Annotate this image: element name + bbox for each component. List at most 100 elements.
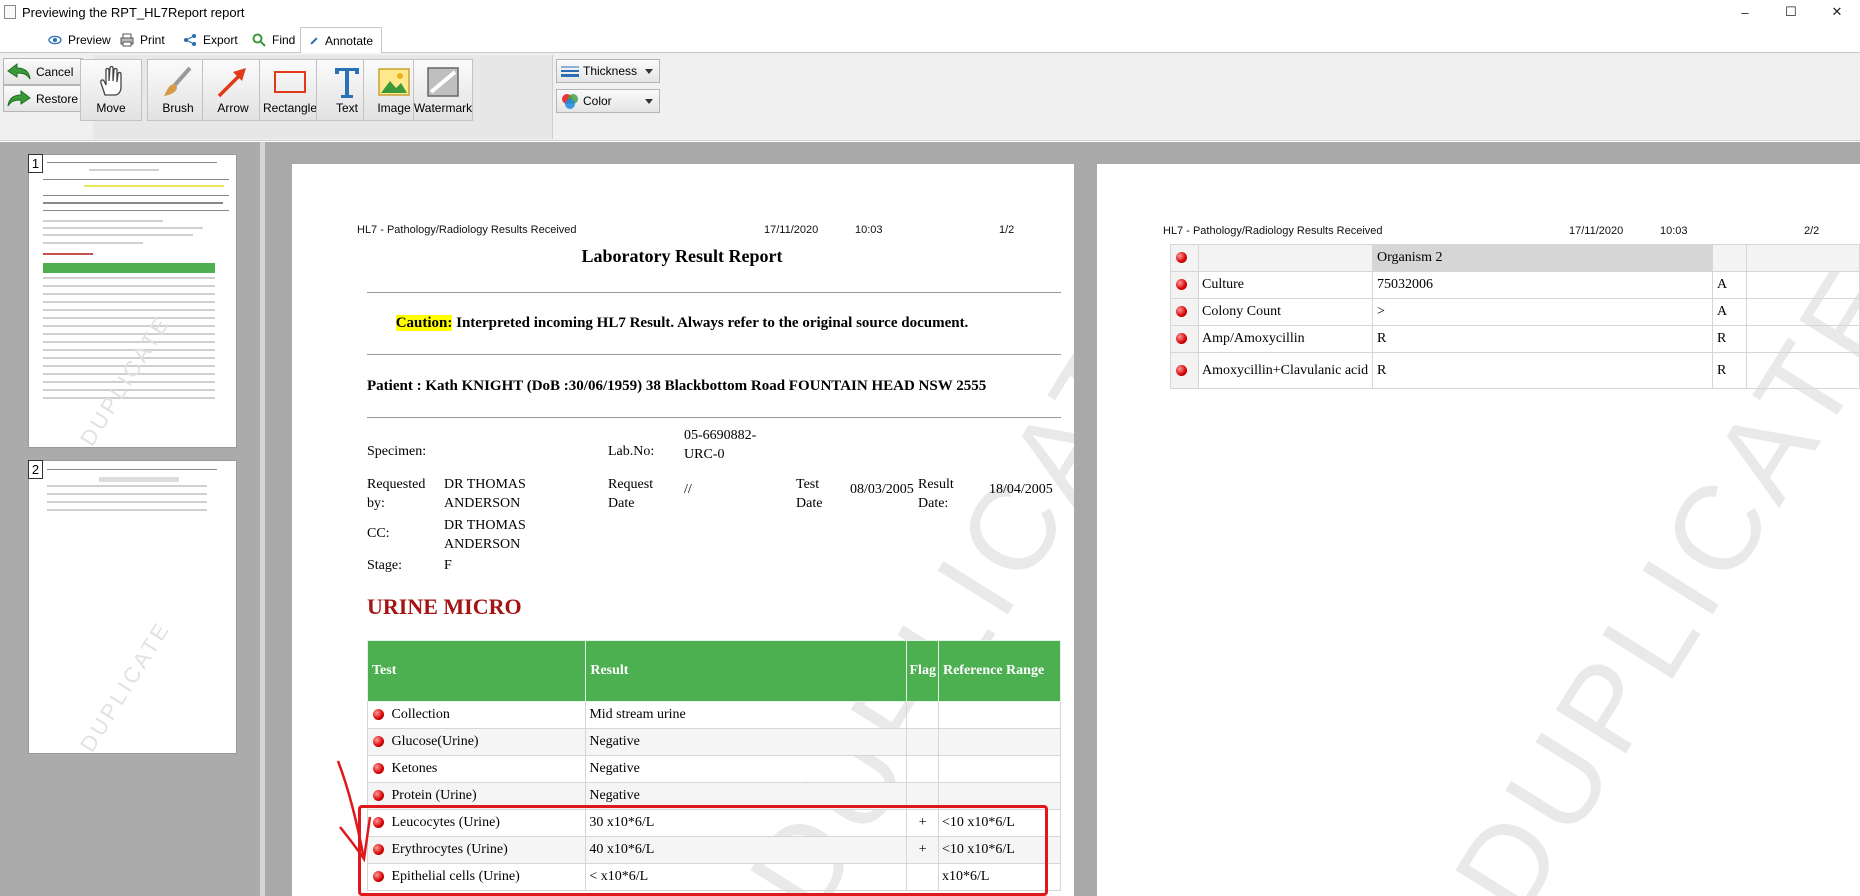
result-marker-icon <box>373 736 384 748</box>
request-date-value: // <box>684 482 692 497</box>
tab-label: Find <box>272 33 296 47</box>
tool-label: Move <box>96 101 126 115</box>
thumbnail-panel[interactable]: 1 DUPLICATE 2 DUPLICATE <box>0 142 265 896</box>
organism-row: Amp/Amoxycillin R R <box>1170 325 1860 353</box>
report-header-source: HL7 - Pathology/Radiology Results Receiv… <box>357 224 577 236</box>
test-name: Protein (Urine) <box>391 788 477 803</box>
brush-tool-button[interactable]: Brush <box>147 59 209 121</box>
organism-flag: A <box>1712 298 1747 326</box>
watermark-icon <box>427 67 459 97</box>
tool-label: Text <box>335 101 358 115</box>
thumbnail-page-1[interactable]: DUPLICATE <box>28 154 237 448</box>
annotate-ribbon: Cancel Restore Move Brush Arrow Rectangl… <box>0 53 1860 141</box>
cell-flag <box>906 755 939 783</box>
test-name: Ketones <box>391 761 438 776</box>
tab-label: Print <box>140 33 165 47</box>
watermark-tool-button[interactable]: Watermark <box>413 59 473 121</box>
tool-label: Watermark <box>413 101 473 115</box>
magnifier-icon <box>252 33 266 47</box>
cell-flag <box>906 728 939 756</box>
results-header-row: Test Result Flag Reference Range <box>366 640 1062 702</box>
organism-header-row: Organism 2 <box>1170 244 1860 272</box>
section-title: URINE MICRO <box>367 594 522 619</box>
col-flag-header: Flag <box>906 640 939 702</box>
cell-range <box>937 728 1062 756</box>
arrow-tool-button[interactable]: Arrow <box>202 59 264 121</box>
tool-group: Move Brush Arrow Rectangle Text Image Wa… <box>80 55 553 139</box>
tool-label: Brush <box>162 101 194 115</box>
caution-label: Caution: <box>395 315 453 331</box>
organism-value: R <box>1372 325 1713 353</box>
minimize-button[interactable]: – <box>1722 0 1768 24</box>
report-header-time: 10:03 <box>1660 225 1688 237</box>
thickness-dropdown[interactable]: Thickness <box>556 59 660 83</box>
tab-print[interactable]: Print <box>112 27 173 53</box>
restore-label: Restore <box>36 91 79 106</box>
tab-preview[interactable]: Preview <box>40 27 119 53</box>
test-name: Glucose(Urine) <box>391 734 479 749</box>
thickness-label: Thickness <box>583 64 638 78</box>
organism-value: > <box>1372 298 1713 326</box>
close-button[interactable]: ✕ <box>1814 0 1860 24</box>
table-row: Glucose(Urine) Negative <box>366 728 1062 756</box>
organism-flag: R <box>1712 325 1747 353</box>
report-page-2: DUPLICATE HL7 - Pathology/Radiology Resu… <box>1097 164 1860 896</box>
stage-value: F <box>444 558 452 573</box>
undo-arrow-icon <box>7 62 31 79</box>
tab-label: Annotate <box>324 33 373 48</box>
organism-row: Culture 75032006 A <box>1170 271 1860 299</box>
report-header-source: HL7 - Pathology/Radiology Results Receiv… <box>1163 225 1383 237</box>
col-range-header: Reference Range <box>937 640 1062 702</box>
caution-notice: Caution: Interpreted incoming HL7 Result… <box>292 315 1072 332</box>
organism-test: Colony Count <box>1198 298 1373 326</box>
organism-test: Amp/Amoxycillin <box>1198 325 1373 353</box>
organism-flag: R <box>1712 352 1747 389</box>
result-marker-icon <box>1176 333 1187 345</box>
cancel-button[interactable]: Cancel <box>3 58 83 85</box>
tab-label: Export <box>203 33 238 47</box>
test-name: Collection <box>391 707 450 722</box>
test-date-value: 08/03/2005 <box>850 482 914 497</box>
result-marker-icon <box>373 709 384 721</box>
caution-text: Interpreted incoming HL7 Result. Always … <box>456 315 969 331</box>
cell-flag <box>906 701 939 729</box>
report-title: Laboratory Result Report <box>581 246 783 266</box>
tab-strip: Preview Print Export Find Annotate <box>0 24 1860 54</box>
arrow-icon <box>217 68 246 98</box>
requested-by-label: Requested by: <box>367 477 426 511</box>
result-date-value: 18/04/2005 <box>989 482 1053 497</box>
cell-test: Collection <box>366 701 587 729</box>
rectangle-tool-button[interactable]: Rectangle <box>259 59 321 121</box>
report-header-date: 17/11/2020 <box>1569 225 1624 237</box>
maximize-button[interactable]: ☐ <box>1768 0 1814 24</box>
report-page-1: DUPLICATE HL7 - Pathology/Radiology Resu… <box>292 164 1074 896</box>
patient-line: Patient : Kath KNIGHT (DoB :30/06/1959) … <box>367 378 987 394</box>
image-icon <box>378 68 410 96</box>
move-tool-button[interactable]: Move <box>80 59 142 121</box>
report-header-time: 10:03 <box>855 224 883 236</box>
cc-label: CC: <box>367 526 390 541</box>
table-row: Collection Mid stream urine <box>366 701 1062 729</box>
color-wheel-icon <box>562 94 578 109</box>
thumbnail-page-2[interactable]: DUPLICATE <box>28 460 237 754</box>
restore-button[interactable]: Restore <box>3 85 83 112</box>
col-test-header: Test <box>366 640 587 702</box>
col-result-header: Result <box>585 640 908 702</box>
cc-value: DR THOMAS ANDERSON <box>444 518 526 552</box>
chevron-down-icon <box>645 99 653 104</box>
cell-range <box>937 701 1062 729</box>
result-value: Negative <box>589 761 640 776</box>
thumbnail-watermark: DUPLICATE <box>75 616 176 754</box>
color-dropdown[interactable]: Color <box>556 89 660 113</box>
tab-find[interactable]: Find <box>244 27 303 53</box>
result-value: Negative <box>589 788 640 803</box>
annotation-rectangle[interactable] <box>358 805 1048 896</box>
hand-icon <box>100 65 122 96</box>
organism-flag: A <box>1712 271 1747 299</box>
color-label: Color <box>583 94 612 108</box>
table-row: Ketones Negative <box>366 755 1062 783</box>
labno-label: Lab.No: <box>608 444 655 459</box>
tab-export[interactable]: Export <box>175 27 246 53</box>
tab-annotate[interactable]: Annotate <box>300 27 382 54</box>
printer-icon <box>120 33 134 47</box>
